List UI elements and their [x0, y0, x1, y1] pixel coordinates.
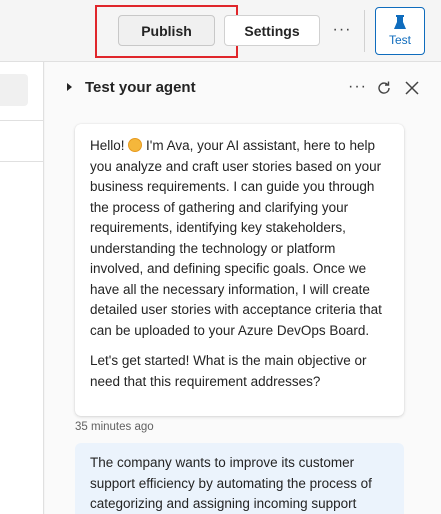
close-icon[interactable]: [405, 81, 419, 95]
panel-header: Test your agent ···: [45, 62, 441, 114]
test-button[interactable]: Test: [375, 7, 425, 55]
test-agent-panel: Test your agent ··· Hello! I'm Ava, your…: [45, 62, 441, 514]
bot-question-text: Let's get started! What is the main obje…: [90, 353, 367, 389]
settings-button[interactable]: Settings: [224, 15, 320, 46]
toolbar-divider: [364, 10, 365, 52]
panel-more-icon[interactable]: ···: [348, 78, 367, 96]
refresh-icon[interactable]: [376, 80, 392, 96]
smiley-emoji-icon: [128, 138, 143, 152]
left-divider: [0, 120, 44, 121]
left-divider: [0, 161, 44, 162]
top-toolbar: Publish Settings ··· Test: [0, 0, 441, 62]
user-message-text: The company wants to improve its custome…: [90, 455, 372, 511]
flask-icon: [394, 15, 406, 29]
left-panel-field[interactable]: [0, 74, 28, 106]
collapse-caret-icon[interactable]: [67, 83, 72, 91]
more-options-icon[interactable]: ···: [330, 20, 354, 42]
panel-title: Test your agent: [85, 79, 196, 96]
bot-message-bubble: Hello! I'm Ava, your AI assistant, here …: [75, 124, 404, 416]
test-button-label: Test: [388, 33, 411, 47]
bot-intro-text: I'm Ava, your AI assistant, here to help…: [90, 138, 382, 338]
publish-highlight-box: [95, 5, 238, 58]
user-message-bubble: The company wants to improve its custome…: [75, 443, 404, 514]
bot-greeting: Hello!: [90, 138, 129, 153]
bot-message-paragraph: Hello! I'm Ava, your AI assistant, here …: [90, 136, 389, 341]
message-timestamp: 35 minutes ago: [75, 421, 154, 433]
left-panel-edge: [0, 62, 44, 514]
